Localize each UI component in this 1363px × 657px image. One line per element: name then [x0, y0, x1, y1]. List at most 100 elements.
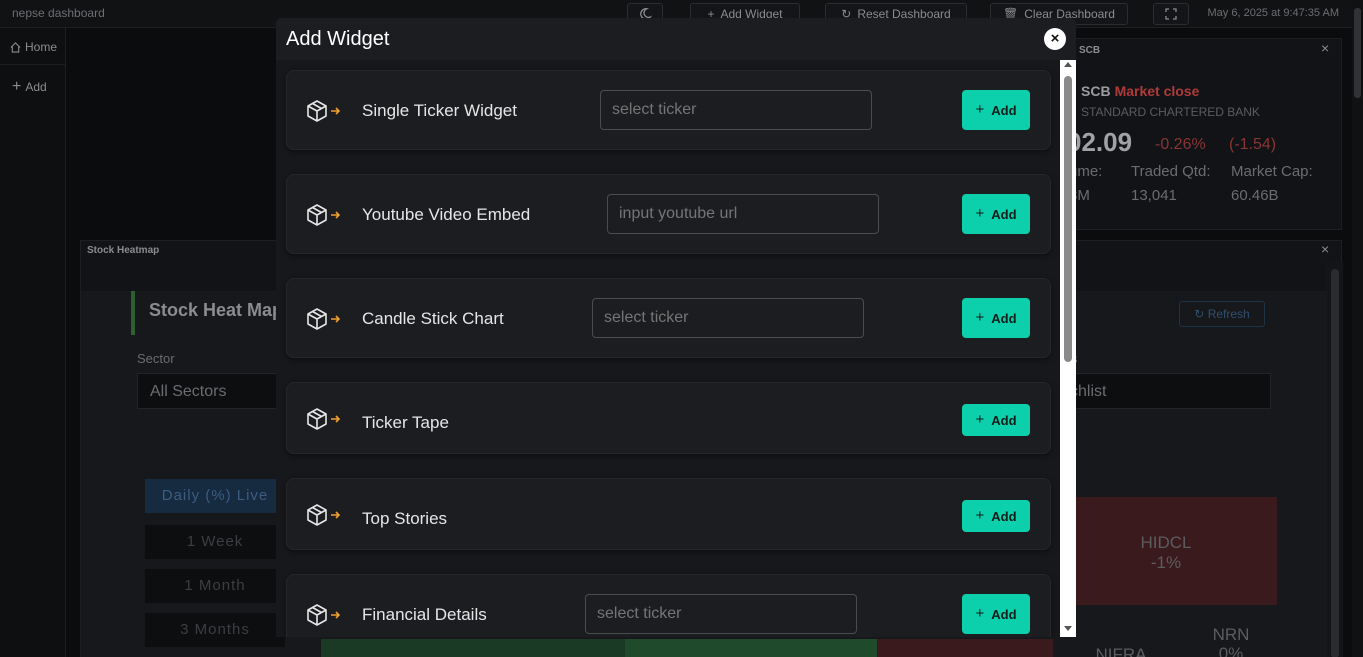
add-widget-button[interactable]: + Add	[962, 298, 1030, 338]
widget-name: Youtube Video Embed	[362, 205, 531, 224]
panel-header: SCB	[1079, 45, 1101, 56]
period-tab-daily[interactable]: Daily (%) Live	[145, 479, 285, 513]
market-cap-value: 60.46B	[1231, 187, 1279, 204]
traded-qty-value: 13,041	[1131, 187, 1177, 204]
change-absolute: (-1.54)	[1229, 136, 1277, 153]
add-widget-button[interactable]: + Add	[962, 500, 1030, 532]
add-widget-button[interactable]: + Add	[962, 90, 1030, 130]
ticker-select-input[interactable]	[600, 90, 872, 130]
ticker-widget-panel: SCB × SCB Market close STANDARD CHARTERED…	[1067, 38, 1342, 230]
market-cap-label: Market Cap:	[1231, 163, 1313, 180]
watchlist-select[interactable]: chlist	[1061, 373, 1271, 409]
add-button-label: Add	[991, 606, 1017, 622]
heatmap-tile[interactable]	[321, 639, 625, 657]
modal-scrollbar[interactable]	[1060, 60, 1076, 637]
plus-icon: +	[975, 101, 985, 118]
plus-icon: +	[975, 205, 985, 222]
heatmap-title: Stock Heat Map	[131, 291, 283, 335]
refresh-button[interactable]: ↻ Refresh	[1179, 301, 1265, 327]
fullscreen-icon	[1165, 8, 1177, 20]
box-arrow-icon	[307, 408, 341, 430]
tile-symbol: NRN	[1212, 625, 1250, 644]
heatmap-tile-label: HIDCL -1%	[1111, 533, 1221, 573]
sidebar-divider	[0, 64, 66, 65]
add-button-label: Add	[991, 206, 1017, 222]
widget-name: Top Stories	[362, 509, 448, 528]
add-button-label: Add	[991, 310, 1017, 326]
traded-qty-label: Traded Qtd:	[1131, 163, 1211, 180]
heatmap-tile[interactable]	[625, 639, 877, 657]
datetime-text: May 6, 2025 at 9:47:35 AM	[1207, 7, 1339, 19]
plus-icon: +	[975, 309, 985, 326]
plus-icon: +	[975, 605, 985, 622]
add-button-label: Add	[991, 508, 1017, 524]
close-button[interactable]: ×	[1044, 28, 1066, 50]
box-arrow-icon	[307, 308, 341, 330]
youtube-url-input[interactable]	[607, 194, 879, 234]
widget-row-single-ticker: Single Ticker Widget + Add	[286, 70, 1051, 150]
home-icon	[10, 41, 21, 53]
widget-row-financial-details: Financial Details + Add	[286, 574, 1051, 637]
box-arrow-icon	[307, 204, 341, 226]
period-tab-1-week[interactable]: 1 Week	[145, 525, 285, 559]
tile-change: -1%	[1150, 553, 1182, 572]
add-widget-button[interactable]: + Add	[962, 594, 1030, 634]
sidebar-add-label: Add	[25, 80, 47, 94]
modal-title: Add Widget	[286, 28, 390, 50]
sidebar-item-add[interactable]: + Add	[12, 78, 47, 96]
company-name: STANDARD CHARTERED BANK	[1081, 105, 1260, 119]
sector-select[interactable]: All Sectors	[137, 373, 287, 409]
ticker-select-input[interactable]	[585, 594, 857, 634]
widget-row-youtube-embed: Youtube Video Embed + Add	[286, 174, 1051, 254]
tile-symbol: NIFRA	[1095, 645, 1147, 657]
sector-label: Sector	[137, 351, 175, 366]
ticker-symbol-text: SCB	[1081, 83, 1111, 99]
app-title: nepse dashboard	[12, 6, 105, 20]
heatmap-tile[interactable]	[877, 639, 1053, 657]
add-button-label: Add	[991, 412, 1017, 428]
tile-change: 0%	[1218, 644, 1244, 657]
sidebar: Home + Add	[0, 28, 66, 657]
ticker-select-input[interactable]	[592, 298, 864, 338]
widget-row-top-stories: Top Stories + Add	[286, 478, 1051, 550]
scroll-down-arrow-icon[interactable]	[1064, 626, 1072, 631]
panel-scrollbar-thumb[interactable]	[1331, 269, 1339, 657]
box-arrow-icon	[307, 504, 341, 526]
page-scrollbar[interactable]	[1352, 0, 1363, 657]
box-arrow-icon	[307, 604, 341, 626]
heatmap-tile-label: NRN 0%	[1191, 625, 1271, 657]
box-arrow-icon	[307, 100, 341, 122]
market-status: Market close	[1114, 83, 1200, 99]
plus-icon: +	[975, 507, 985, 524]
modal-header: Add Widget ×	[276, 18, 1076, 60]
close-icon[interactable]: ×	[1321, 241, 1329, 257]
ticker-symbol: SCB Market close	[1081, 83, 1199, 99]
widget-row-candlestick-chart: Candle Stick Chart + Add	[286, 278, 1051, 358]
scroll-up-arrow-icon[interactable]	[1064, 62, 1072, 67]
modal-body: Single Ticker Widget + Add Youtube Video…	[276, 60, 1060, 637]
period-tab-3-months[interactable]: 3 Months	[145, 613, 285, 647]
widget-name: Candle Stick Chart	[362, 309, 504, 328]
add-widget-button[interactable]: + Add	[962, 194, 1030, 234]
tile-symbol: HIDCL	[1140, 533, 1192, 552]
widget-name: Ticker Tape	[362, 413, 449, 432]
plus-icon: +	[12, 78, 22, 95]
sidebar-item-home[interactable]: Home	[10, 40, 57, 54]
fullscreen-button[interactable]	[1153, 3, 1189, 25]
refresh-label: Refresh	[1207, 307, 1250, 321]
widget-row-ticker-tape: Ticker Tape + Add	[286, 382, 1051, 454]
sidebar-home-label: Home	[25, 40, 58, 54]
page-scrollbar-thumb[interactable]	[1354, 8, 1361, 98]
add-button-label: Add	[991, 102, 1017, 118]
close-icon[interactable]: ×	[1321, 40, 1329, 56]
ticker-price: 02.09	[1067, 127, 1133, 157]
period-tab-1-month[interactable]: 1 Month	[145, 569, 285, 603]
change-percent: -0.26%	[1155, 136, 1206, 153]
widget-name: Financial Details	[362, 605, 487, 624]
plus-icon: +	[975, 411, 985, 428]
modal-scrollbar-thumb[interactable]	[1064, 76, 1072, 362]
add-widget-modal: Add Widget × Single Ticker Widget + Add …	[276, 18, 1076, 637]
widget-name: Single Ticker Widget	[362, 101, 517, 120]
add-widget-button[interactable]: + Add	[962, 404, 1030, 436]
panel-header: Stock Heatmap	[87, 245, 160, 256]
